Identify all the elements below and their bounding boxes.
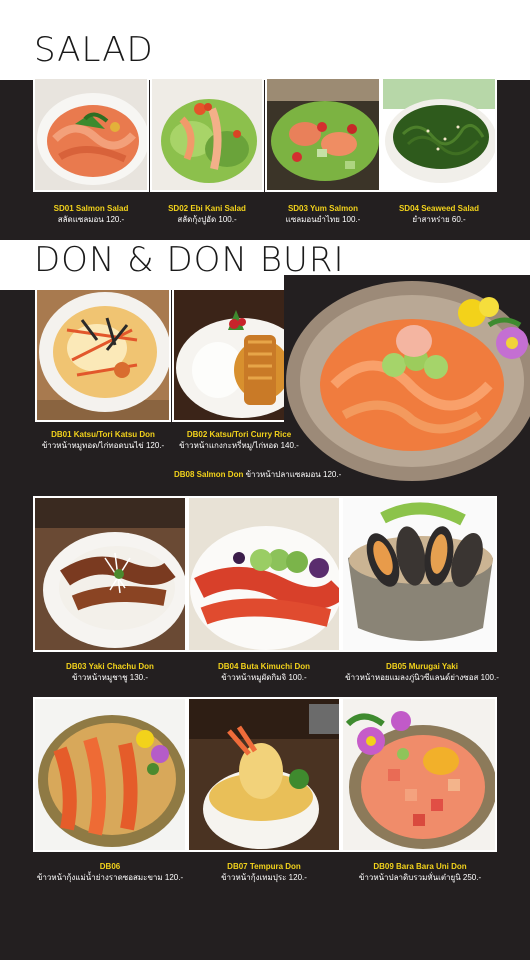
don-db06-caption: DB06 ข้าวหน้ากุ้งแม่น้ำย่างราดซอสมะขาม 1… <box>30 861 190 883</box>
don-db06-photo <box>33 697 187 852</box>
salad-sd04-caption: SD04 Seaweed Salad ยำสาหร่าย 60.- <box>381 203 497 225</box>
item-code: DB06 <box>99 862 121 871</box>
item-thai-price: สลัดกุ้งปูอัด 100.- <box>177 215 237 224</box>
salad-sd03-photo <box>265 77 381 192</box>
item-thai-price: ข้าวหน้าหมูชาชู 130.- <box>71 673 149 682</box>
don-db04-photo <box>187 496 341 652</box>
don-db02-caption: DB02 Katsu/Tori Curry Rice ข้าวหน้าแกงกะ… <box>160 429 318 451</box>
item-code: DB09 Bara Bara Uni Don <box>373 862 467 871</box>
item-thai-price: ข้าวหน้าหอยแมลงภู่นิวซีแลนด์ย่างซอส 100.… <box>345 673 499 682</box>
don-db07-photo <box>187 697 341 852</box>
item-thai-price: สลัดแซลมอน 120.- <box>57 215 125 224</box>
salad-sd02-photo <box>150 77 264 192</box>
don-db05-photo <box>341 496 497 652</box>
item-code: DB02 Katsu/Tori Curry Rice <box>186 430 292 439</box>
item-code: DB04 Buta Kimuchi Don <box>217 662 310 671</box>
item-code: DB07 Tempura Don <box>227 862 301 871</box>
salad-sd04-photo <box>381 77 497 192</box>
don-db09-photo <box>341 697 497 852</box>
item-thai-price: ข้าวหน้าแกงกะหรี่หมู/ไก่ทอด 140.- <box>179 441 299 450</box>
item-thai-price: ยำสาหร่าย 60.- <box>412 215 466 224</box>
salad-sd03-caption: SD03 Yum Salmon แซลมอนยำไทย 100.- <box>265 203 381 225</box>
salad-sd01-caption: SD01 Salmon Salad สลัดแซลมอน 120.- <box>33 203 149 225</box>
don-db08-caption: DB08 Salmon Don ข้าวหน้าปลาแซลมอน 120.- <box>174 468 341 481</box>
don-db01-photo <box>35 288 171 422</box>
item-thai-price: ข้าวหน้าปลาดิบรวมหั่นเต๋ายูนิ 250.- <box>358 873 482 882</box>
item-thai-price: ข้าวหน้ากุ้งเทมปุระ 120.- <box>221 873 307 882</box>
item-thai-price: ข้าวหน้าปลาแซลมอน 120.- <box>245 470 342 479</box>
don-db04-caption: DB04 Buta Kimuchi Don ข้าวหน้าหมูผัดกิมจ… <box>187 661 341 683</box>
don-db03-caption: DB03 Yaki Chachu Don ข้าวหน้าหมูชาชู 130… <box>33 661 187 683</box>
item-code: SD04 Seaweed Salad <box>398 204 480 213</box>
item-thai-price: ข้าวหน้าหมูผัดกิมจิ 100.- <box>221 673 307 682</box>
item-code: DB08 Salmon Don <box>174 470 244 479</box>
item-thai-price: ข้าวหน้ากุ้งแม่น้ำย่างราดซอสมะขาม 120.- <box>36 873 184 882</box>
don-db01-caption: DB01 Katsu/Tori Katsu Don ข้าวหน้าหมูทอด… <box>24 429 182 451</box>
don-db03-photo <box>33 496 187 652</box>
don-db08-photo <box>284 275 530 485</box>
item-code: SD02 Ebi Kani Salad <box>168 204 246 213</box>
item-code: DB01 Katsu/Tori Katsu Don <box>51 430 155 439</box>
item-thai-price: แซลมอนยำไทย 100.- <box>285 215 361 224</box>
don-db07-caption: DB07 Tempura Don ข้าวหน้ากุ้งเทมปุระ 120… <box>187 861 341 883</box>
section-title-salad: SALAD <box>34 30 154 70</box>
item-code: DB05 Murugai Yaki <box>386 662 458 671</box>
item-code: SD01 Salmon Salad <box>53 204 129 213</box>
section-title-don: DON & DON BURI <box>34 240 345 280</box>
salad-sd02-caption: SD02 Ebi Kani Salad สลัดกุ้งปูอัด 100.- <box>150 203 264 225</box>
don-db09-caption: DB09 Bara Bara Uni Don ข้าวหน้าปลาดิบรวม… <box>340 861 500 883</box>
salad-sd01-photo <box>33 77 149 192</box>
don-db05-caption: DB05 Murugai Yaki ข้าวหน้าหอยแมลงภู่นิวซ… <box>341 661 503 683</box>
item-thai-price: ข้าวหน้าหมูทอด/ไก่ทอดบนไข่ 120.- <box>41 441 165 450</box>
item-code: DB03 Yaki Chachu Don <box>66 662 154 671</box>
item-code: SD03 Yum Salmon <box>287 204 359 213</box>
